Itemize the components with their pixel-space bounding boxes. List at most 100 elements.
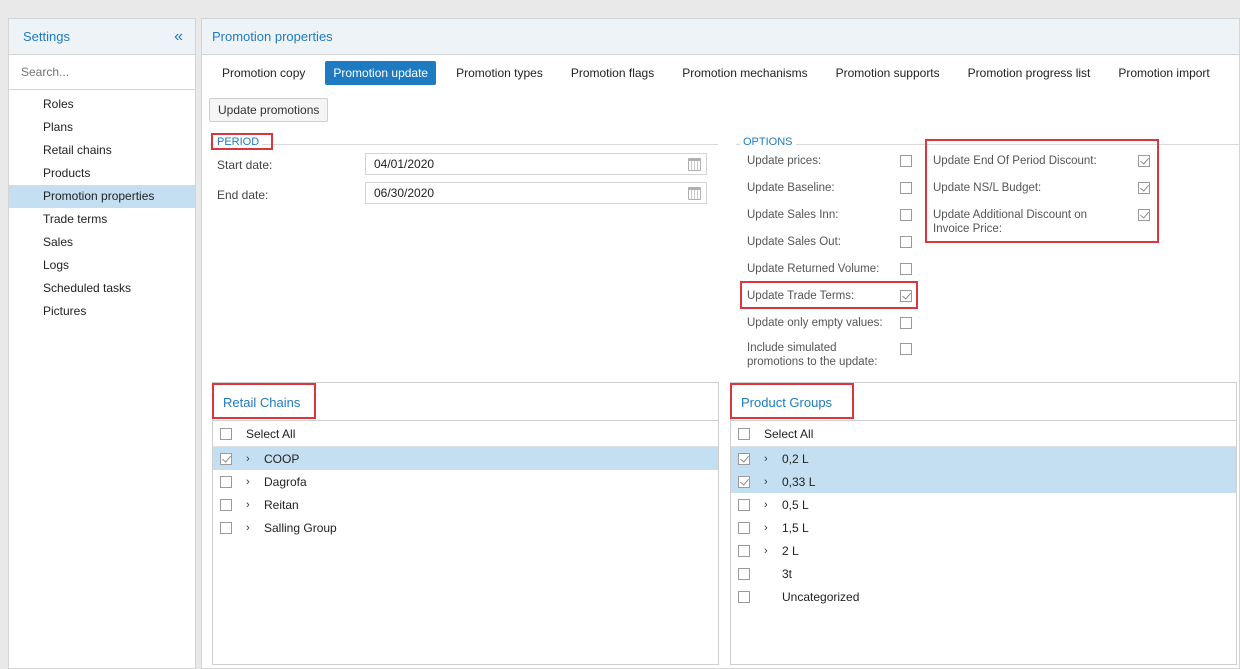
row-checkbox[interactable] bbox=[220, 452, 232, 465]
update-returned-volume-checkbox[interactable] bbox=[900, 263, 912, 275]
update-sales-inn-checkbox[interactable] bbox=[900, 209, 912, 221]
product-groups-select-all-row[interactable]: Select All bbox=[731, 421, 1236, 447]
row-label: 0,5 L bbox=[782, 497, 809, 512]
tab-promotion-update[interactable]: Promotion update bbox=[325, 61, 437, 85]
retail-chains-select-all-row[interactable]: Select All bbox=[213, 421, 718, 447]
retail-chain-row[interactable]: › COOP bbox=[213, 447, 718, 470]
end-date-input[interactable]: 06/30/2020 bbox=[365, 182, 707, 204]
retail-chains-title: Retail Chains bbox=[223, 395, 301, 410]
tab-promotion-supports[interactable]: Promotion supports bbox=[828, 61, 948, 85]
sidebar-item-pictures[interactable]: Pictures bbox=[9, 300, 195, 323]
sidebar-search bbox=[9, 55, 195, 90]
tab-promotion-progress-list[interactable]: Promotion progress list bbox=[960, 61, 1099, 85]
sidebar-item-logs[interactable]: Logs bbox=[9, 254, 195, 277]
row-label: Uncategorized bbox=[782, 589, 860, 604]
period-label: PERIOD bbox=[214, 136, 263, 148]
product-group-row[interactable]: Uncategorized bbox=[731, 585, 1236, 608]
row-checkbox[interactable] bbox=[738, 475, 750, 488]
sidebar-header: Settings « bbox=[9, 19, 195, 55]
product-groups-panel: Product Groups Select All › 0,2 L › 0,33… bbox=[730, 382, 1237, 665]
include-simulated-label: Include simulated promotions to the upda… bbox=[747, 342, 878, 368]
chevron-right-icon[interactable]: › bbox=[246, 453, 256, 465]
update-baseline-checkbox[interactable] bbox=[900, 182, 912, 194]
update-prices-checkbox[interactable] bbox=[900, 155, 912, 167]
update-end-of-period-discount-checkbox[interactable] bbox=[1138, 155, 1150, 167]
calendar-icon[interactable] bbox=[688, 158, 701, 171]
main-panel: Promotion properties Promotion copy Prom… bbox=[201, 18, 1240, 669]
include-simulated-checkbox[interactable] bbox=[900, 343, 912, 355]
tab-promotion-flags[interactable]: Promotion flags bbox=[563, 61, 662, 85]
update-additional-discount-label: Update Additional Discount on Invoice Pr… bbox=[933, 209, 1088, 235]
tab-promotion-mechanisms[interactable]: Promotion mechanisms bbox=[674, 61, 815, 85]
row-checkbox[interactable] bbox=[738, 544, 750, 557]
update-sales-out-label: Update Sales Out: bbox=[747, 236, 841, 248]
chevron-right-icon[interactable]: › bbox=[764, 453, 774, 465]
row-checkbox[interactable] bbox=[738, 498, 750, 511]
tab-promotion-types[interactable]: Promotion types bbox=[448, 61, 551, 85]
collapse-sidebar-icon[interactable]: « bbox=[174, 28, 183, 45]
calendar-icon[interactable] bbox=[688, 187, 701, 200]
chevron-right-icon[interactable]: › bbox=[246, 522, 256, 534]
select-all-label: Select All bbox=[246, 426, 296, 441]
start-date-input[interactable]: 04/01/2020 bbox=[365, 153, 707, 175]
chevron-right-icon[interactable]: › bbox=[764, 522, 774, 534]
product-group-row[interactable]: › 0,2 L bbox=[731, 447, 1236, 470]
update-additional-discount-checkbox[interactable] bbox=[1138, 209, 1150, 221]
update-promotions-button[interactable]: Update promotions bbox=[209, 98, 329, 122]
product-group-row[interactable]: › 0,33 L bbox=[731, 470, 1236, 493]
sidebar-item-promotion-properties[interactable]: Promotion properties bbox=[9, 185, 195, 208]
product-group-row[interactable]: › 2 L bbox=[731, 539, 1236, 562]
update-nsl-budget-checkbox[interactable] bbox=[1138, 182, 1150, 194]
row-checkbox[interactable] bbox=[738, 590, 750, 603]
update-sales-inn-label: Update Sales Inn: bbox=[747, 209, 839, 221]
end-date-label: End date: bbox=[217, 188, 269, 202]
row-checkbox[interactable] bbox=[738, 521, 750, 534]
product-group-row[interactable]: › 1,5 L bbox=[731, 516, 1236, 539]
update-sales-out-checkbox[interactable] bbox=[900, 236, 912, 248]
sidebar-item-plans[interactable]: Plans bbox=[9, 116, 195, 139]
options-divider bbox=[736, 144, 1240, 145]
retail-chain-row[interactable]: › Salling Group bbox=[213, 516, 718, 539]
product-groups-header: Product Groups bbox=[731, 383, 1236, 421]
search-input[interactable] bbox=[21, 65, 183, 79]
row-checkbox[interactable] bbox=[220, 475, 232, 488]
options-label: OPTIONS bbox=[740, 136, 796, 148]
row-label: 2 L bbox=[782, 543, 799, 558]
chevron-right-icon[interactable]: › bbox=[246, 499, 256, 511]
row-checkbox[interactable] bbox=[738, 567, 750, 580]
retail-chain-row[interactable]: › Reitan bbox=[213, 493, 718, 516]
period-divider bbox=[210, 144, 718, 145]
row-label: Dagrofa bbox=[264, 474, 307, 489]
sidebar-item-scheduled-tasks[interactable]: Scheduled tasks bbox=[9, 277, 195, 300]
select-all-checkbox[interactable] bbox=[220, 427, 232, 440]
row-label: Reitan bbox=[264, 497, 299, 512]
product-groups-title: Product Groups bbox=[741, 395, 833, 410]
retail-chain-row[interactable]: › Dagrofa bbox=[213, 470, 718, 493]
sidebar-item-products[interactable]: Products bbox=[9, 162, 195, 185]
row-checkbox[interactable] bbox=[220, 521, 232, 534]
sidebar-item-roles[interactable]: Roles bbox=[9, 93, 195, 116]
retail-chains-panel: Retail Chains Select All › COOP › Dagrof… bbox=[212, 382, 719, 665]
update-only-empty-values-checkbox[interactable] bbox=[900, 317, 912, 329]
settings-sidebar: Settings « Roles Plans Retail chains Pro… bbox=[8, 18, 196, 669]
chevron-right-icon[interactable]: › bbox=[246, 476, 256, 488]
row-label: 3t bbox=[782, 566, 793, 581]
update-trade-terms-checkbox[interactable] bbox=[900, 290, 912, 302]
product-group-row[interactable]: 3t bbox=[731, 562, 1236, 585]
product-group-row[interactable]: › 0,5 L bbox=[731, 493, 1236, 516]
row-checkbox[interactable] bbox=[738, 452, 750, 465]
tab-promotion-import[interactable]: Promotion import bbox=[1110, 61, 1217, 85]
sidebar-item-sales[interactable]: Sales bbox=[9, 231, 195, 254]
sidebar-nav: Roles Plans Retail chains Products Promo… bbox=[9, 90, 195, 323]
update-baseline-label: Update Baseline: bbox=[747, 182, 835, 194]
chevron-right-icon[interactable]: › bbox=[764, 476, 774, 488]
chevron-right-icon[interactable]: › bbox=[764, 499, 774, 511]
sidebar-item-retail-chains[interactable]: Retail chains bbox=[9, 139, 195, 162]
select-all-checkbox[interactable] bbox=[738, 427, 750, 440]
main-header: Promotion properties bbox=[202, 19, 1239, 55]
chevron-right-icon[interactable]: › bbox=[764, 545, 774, 557]
row-checkbox[interactable] bbox=[220, 498, 232, 511]
tab-promotion-copy[interactable]: Promotion copy bbox=[214, 61, 313, 85]
sidebar-item-trade-terms[interactable]: Trade terms bbox=[9, 208, 195, 231]
update-nsl-budget-label: Update NS/L Budget: bbox=[933, 182, 1042, 194]
